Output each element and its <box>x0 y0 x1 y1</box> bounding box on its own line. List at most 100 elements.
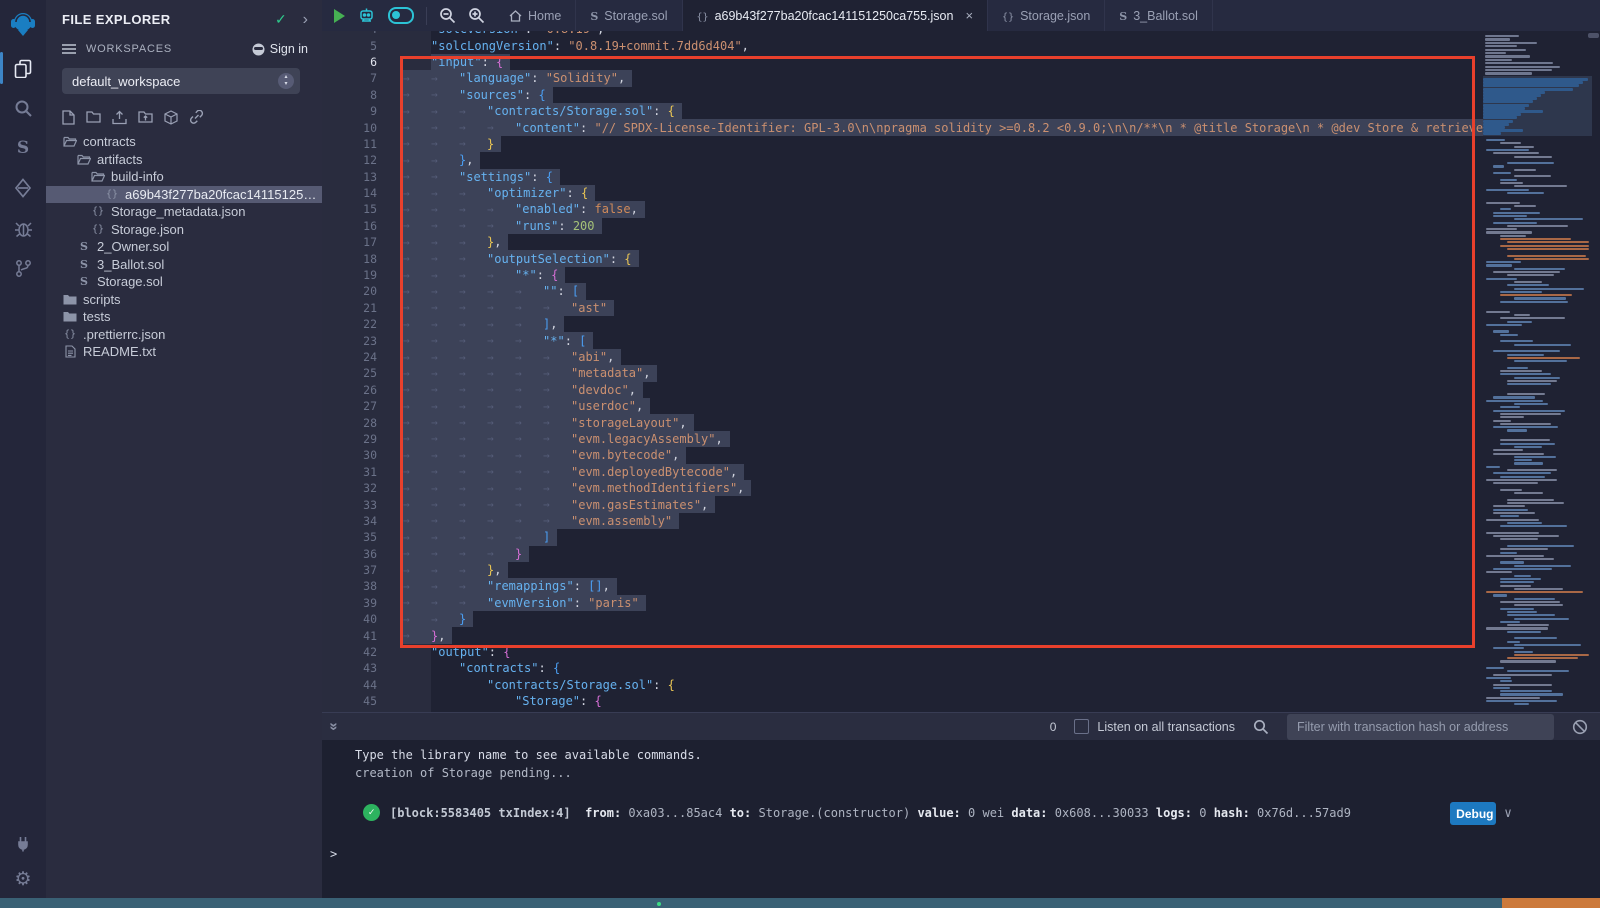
code-token: "evm.methodIdentifiers" <box>571 481 737 495</box>
sign-in-button[interactable]: Sign in <box>252 42 308 56</box>
listen-label: Listen on all transactions <box>1097 720 1235 734</box>
hamburger-menu-icon[interactable] <box>62 43 76 55</box>
tree-item-storage-sol[interactable]: SStorage.sol <box>46 273 322 291</box>
code-token: "devdoc" <box>571 383 629 397</box>
minimap-line <box>1514 288 1584 290</box>
upload-folder-icon[interactable] <box>138 110 153 125</box>
tree-item-build-info[interactable]: build-info <box>46 168 322 186</box>
panel-title: FILE EXPLORER <box>62 12 275 27</box>
tab-home[interactable]: Home <box>495 0 576 31</box>
minimap-line <box>1493 172 1511 174</box>
minimap-line <box>1483 84 1579 87</box>
code-token: "evm.bytecode" <box>571 448 672 462</box>
scrollbar-thumb[interactable] <box>1588 33 1599 38</box>
code-token: { <box>553 661 560 675</box>
debugger-icon[interactable] <box>0 208 46 248</box>
tree-item-2-owner-sol[interactable]: S2_Owner.sol <box>46 238 322 256</box>
cube-icon[interactable] <box>164 110 178 125</box>
code-line: 37→→→}, <box>322 562 1483 578</box>
zoom-in-icon[interactable] <box>468 7 485 24</box>
transaction-filter-input[interactable] <box>1287 714 1554 740</box>
code-line: 20→→→→→"": [ <box>322 283 1483 299</box>
tree-item-storage-metadata-json[interactable]: {}Storage_metadata.json <box>46 203 322 221</box>
minimap-line <box>1500 515 1519 517</box>
git-icon[interactable] <box>0 248 46 288</box>
tab-storage-json[interactable]: {}Storage.json <box>988 0 1105 31</box>
transaction-log-row[interactable]: ✓ [block:5583405 txIndex:4] from: 0xa03.… <box>363 804 1600 821</box>
tx-expand-chevron-icon[interactable]: ∨ <box>1504 806 1512 821</box>
search-icon[interactable] <box>0 88 46 128</box>
upload-file-icon[interactable] <box>112 110 127 125</box>
link-icon[interactable] <box>189 110 204 125</box>
code-token: : <box>531 170 545 184</box>
code-token: "Storage" <box>515 694 580 708</box>
ai-assistant-icon[interactable] <box>357 7 376 25</box>
indent: →→→ <box>403 596 487 609</box>
code-token: : <box>525 31 539 36</box>
tree-item--prettierrc-json[interactable]: {}.prettierrc.json <box>46 326 322 344</box>
debug-button[interactable]: Debug <box>1450 802 1496 825</box>
minimap[interactable] <box>1483 33 1592 710</box>
minimap-line <box>1500 334 1518 336</box>
tree-item-contracts[interactable]: contracts <box>46 133 322 151</box>
code-token: [] <box>588 579 602 593</box>
tab-a69b43f277ba20fcac141151250ca755-json[interactable]: {}a69b43f277ba20fcac141151250ca755.json× <box>683 0 989 31</box>
terminal-search-icon[interactable] <box>1253 719 1269 735</box>
solidity-compiler-icon[interactable]: S <box>0 128 46 168</box>
new-folder-icon[interactable] <box>86 110 101 125</box>
json-file-icon: {} <box>90 206 106 217</box>
indent: →→→→ <box>403 547 515 560</box>
run-script-button[interactable] <box>334 9 345 23</box>
tree-item-label: .prettierrc.json <box>83 327 165 342</box>
tree-item-readme-txt[interactable]: README.txt <box>46 343 322 361</box>
json-icon: {} <box>1002 9 1014 23</box>
line-number: 29 <box>322 432 377 446</box>
tree-item-tests[interactable]: tests <box>46 308 322 326</box>
line-number: 6 <box>322 55 377 69</box>
line-number: 27 <box>322 399 377 413</box>
listen-checkbox[interactable] <box>1074 719 1089 734</box>
workspaces-label: WORKSPACES <box>86 43 252 55</box>
tab-storage-sol[interactable]: SStorage.sol <box>576 0 682 31</box>
tree-item-3-ballot-sol[interactable]: S3_Ballot.sol <box>46 256 322 274</box>
file-tree: contractsartifactsbuild-info{}a69b43f277… <box>46 133 322 361</box>
code-editor[interactable]: 4"solcVersion": "0.8.19",5"solcLongVersi… <box>322 31 1600 712</box>
minimap-line <box>1493 535 1559 537</box>
tree-item-artifacts[interactable]: artifacts <box>46 151 322 169</box>
new-file-icon[interactable] <box>62 110 75 125</box>
editor-scrollbar[interactable] <box>1592 31 1600 712</box>
terminal-prompt[interactable]: > <box>330 847 1600 861</box>
code-token: "evmVersion" <box>487 596 574 610</box>
remix-logo-icon[interactable] <box>0 0 46 48</box>
code-token: } <box>487 563 494 577</box>
tab-3-ballot-sol[interactable]: S3_Ballot.sol <box>1105 0 1213 31</box>
tree-item-storage-json[interactable]: {}Storage.json <box>46 221 322 239</box>
close-tab-icon[interactable]: × <box>965 8 973 23</box>
minimap-line <box>1486 532 1539 534</box>
code-token: , <box>603 579 610 593</box>
tab-label: 3_Ballot.sol <box>1133 9 1198 23</box>
minimap-line <box>1486 571 1512 573</box>
zoom-out-icon[interactable] <box>439 7 456 24</box>
deploy-run-icon[interactable] <box>0 168 46 208</box>
chevron-right-icon[interactable]: › <box>303 12 308 28</box>
settings-gear-icon[interactable]: ⚙ <box>0 860 46 898</box>
main-area: HomeSStorage.sol{}a69b43f277ba20fcac1411… <box>322 0 1600 898</box>
listen-all-transactions[interactable]: Listen on all transactions <box>1074 719 1235 734</box>
minimap-line <box>1485 52 1506 54</box>
minimap-line <box>1485 49 1526 51</box>
tree-item-scripts[interactable]: scripts <box>46 291 322 309</box>
terminal-expand-icon[interactable]: » <box>327 722 342 730</box>
workspace-dropdown[interactable]: default_workspace ▴▾ <box>62 68 300 94</box>
tree-item-a69b43f277ba20fcac141151250ca7-[interactable]: {}a69b43f277ba20fcac141151250ca7... <box>46 186 322 204</box>
file-explorer-icon[interactable] <box>0 48 46 88</box>
plugin-manager-icon[interactable] <box>0 826 46 860</box>
remix-ide-window: S ⚙ <box>0 0 1600 908</box>
ai-toggle[interactable] <box>388 7 414 24</box>
minimap-line <box>1493 568 1552 570</box>
indent: →→→→→→ <box>403 482 571 495</box>
clear-console-icon[interactable] <box>1572 719 1588 735</box>
minimap-line <box>1486 139 1505 141</box>
terminal[interactable]: Type the library name to see available c… <box>322 740 1600 898</box>
code-token: : <box>524 88 538 102</box>
